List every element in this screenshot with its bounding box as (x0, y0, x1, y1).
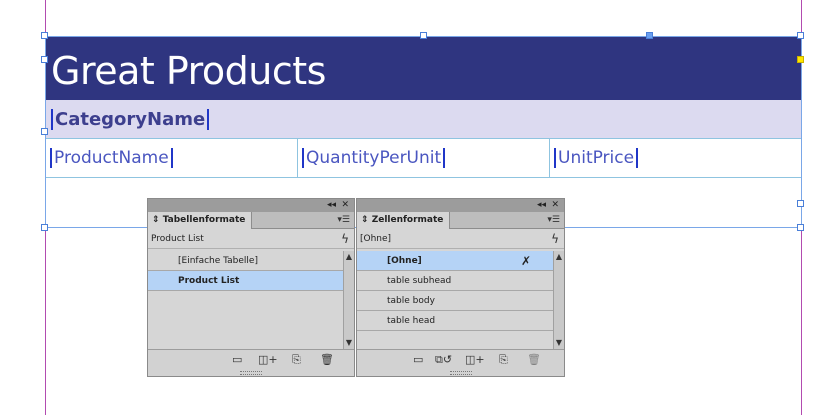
new-item-icon[interactable]: ⎘ (292, 354, 301, 366)
style-list: [Ohne] ✗ table subhead table body table … (357, 251, 553, 349)
current-style-bar: Product List ϟ (148, 229, 354, 249)
new-style-icon[interactable]: ◫+ (258, 354, 278, 366)
list-item-label: Product List (178, 276, 240, 286)
panel-tab-bar: ⇕ Zellenformate ▾☰ (357, 212, 564, 229)
tab-tabellenformate[interactable]: ⇕ Tabellenformate (148, 212, 253, 229)
list-item-label: table head (387, 316, 436, 326)
list-item-label: table body (387, 296, 435, 306)
list-item[interactable]: table body (357, 291, 553, 311)
lightning-icon[interactable]: ϟ (551, 229, 559, 249)
tab-arrows-icon: ⇕ (152, 215, 160, 225)
table-styles-panel[interactable]: ◂◂ ✕ ⇕ Tabellenformate ▾☰ Product List ϟ… (147, 198, 355, 377)
scrollbar[interactable]: ▲ ▼ (343, 251, 354, 349)
resize-grip[interactable] (240, 371, 262, 375)
scroll-up-icon[interactable]: ▲ (554, 251, 564, 263)
style-list: [Einfache Tabelle] Product List (148, 251, 343, 349)
frame-handle-top-left[interactable] (41, 32, 48, 39)
frame-handle-anchor[interactable] (646, 32, 653, 39)
frame-handle-bottom-left[interactable] (41, 224, 48, 231)
scroll-down-icon[interactable]: ▼ (344, 337, 354, 349)
folder-icon[interactable]: ▭ (232, 354, 242, 366)
list-item-label: [Einfache Tabelle] (178, 256, 258, 266)
scroll-up-icon[interactable]: ▲ (344, 251, 354, 263)
resize-grip[interactable] (449, 371, 472, 375)
current-style-bar: [Ohne] ϟ (357, 229, 564, 249)
trash-icon[interactable]: 🗑 (527, 354, 541, 366)
tab-zellenformate[interactable]: ⇕ Zellenformate (357, 212, 451, 229)
frame-handle-top-mid[interactable] (420, 32, 427, 39)
close-icon[interactable]: ✕ (341, 199, 349, 212)
frame-handle-bottom-right[interactable] (797, 224, 804, 231)
list-item-selected[interactable]: [Ohne] ✗ (357, 251, 553, 271)
double-left-arrow-icon[interactable]: ◂◂ (537, 199, 546, 212)
close-icon[interactable]: ✕ (551, 199, 559, 212)
double-left-arrow-icon[interactable]: ◂◂ (327, 199, 336, 212)
panel-footer: ▭ ⧉↺ ◫+ ⎘ 🗑 (357, 349, 564, 376)
panel-titlebar[interactable]: ◂◂ ✕ (357, 199, 564, 212)
cell-styles-panel[interactable]: ◂◂ ✕ ⇕ Zellenformate ▾☰ [Ohne] ϟ [Ohne] … (356, 198, 565, 377)
current-style: [Ohne] (360, 234, 392, 244)
panel-tab-bar: ⇕ Tabellenformate ▾☰ (148, 212, 354, 229)
panel-menu-icon[interactable]: ▾☰ (547, 212, 560, 229)
list-item[interactable]: [Einfache Tabelle] (148, 251, 343, 271)
folder-icon[interactable]: ▭ (413, 354, 423, 366)
current-style: Product List (151, 234, 204, 244)
tab-label: Zellenformate (371, 215, 444, 225)
scroll-down-icon[interactable]: ▼ (554, 337, 564, 349)
clear-override-icon[interactable]: ✗ (521, 251, 531, 271)
frame-handle-corner-options[interactable] (797, 56, 804, 63)
map-styles-icon[interactable]: ⧉↺ (435, 354, 452, 366)
trash-icon[interactable]: 🗑 (320, 354, 334, 366)
list-item-label: [Ohne] (387, 256, 422, 266)
scrollbar[interactable]: ▲ ▼ (553, 251, 564, 349)
panel-titlebar[interactable]: ◂◂ ✕ (148, 199, 354, 212)
tab-arrows-icon: ⇕ (361, 215, 369, 225)
panel-footer: ▭ ◫+ ⎘ 🗑 (148, 349, 354, 376)
frame-handle-mid-right[interactable] (797, 200, 804, 207)
list-item-selected[interactable]: Product List (148, 271, 343, 291)
tab-label: Tabellenformate (162, 215, 246, 225)
list-item[interactable]: table head (357, 311, 553, 331)
list-item-label: table subhead (387, 276, 452, 286)
frame-handle-mid-left-1[interactable] (41, 56, 48, 63)
list-item[interactable]: table subhead (357, 271, 553, 291)
panel-menu-icon[interactable]: ▾☰ (337, 212, 350, 229)
frame-handle-top-right[interactable] (797, 32, 804, 39)
frame-handle-mid-left-2[interactable] (41, 128, 48, 135)
lightning-icon[interactable]: ϟ (341, 229, 349, 249)
new-item-icon[interactable]: ⎘ (499, 354, 508, 366)
new-style-icon[interactable]: ◫+ (465, 354, 485, 366)
